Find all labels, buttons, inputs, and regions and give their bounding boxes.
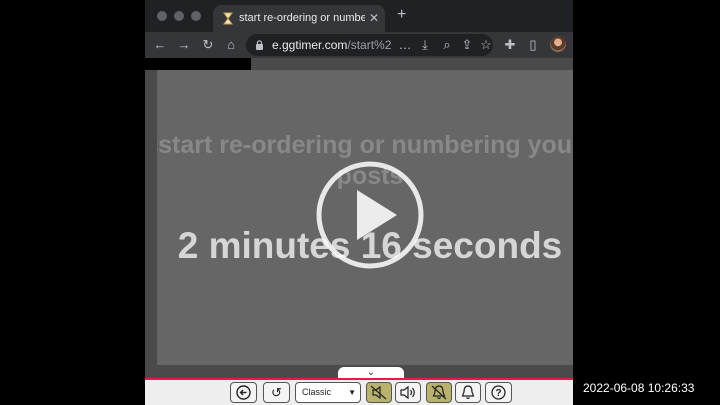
help-glyph: ? bbox=[495, 388, 501, 399]
timer-controls: ↺ Classic ▼ ? bbox=[145, 380, 573, 405]
lock-icon bbox=[256, 40, 263, 50]
collapse-controls-toggle[interactable]: ⌄ bbox=[338, 367, 404, 378]
tab-title: start re-ordering or numbering your post… bbox=[239, 12, 365, 24]
page-content: start re-ordering or numbering your post… bbox=[145, 58, 573, 378]
back-circle-button[interactable] bbox=[230, 382, 257, 403]
close-window-dot[interactable] bbox=[157, 11, 167, 21]
forward-arrow-icon[interactable]: → bbox=[176, 36, 192, 54]
help-circle-icon: ? bbox=[491, 385, 506, 400]
profile-avatar[interactable] bbox=[550, 36, 566, 52]
tab-close-icon[interactable]: ✕ bbox=[369, 11, 379, 25]
speaker-on-icon bbox=[400, 385, 415, 400]
egg-timer-favicon-icon bbox=[223, 12, 233, 25]
install-app-icon[interactable]: ⤓ bbox=[417, 36, 433, 54]
zoom-window-dot[interactable] bbox=[191, 11, 201, 21]
theme-select[interactable]: Classic ▼ bbox=[295, 382, 361, 403]
select-chevron-icon: ▼ bbox=[348, 388, 356, 397]
bell-icon bbox=[461, 385, 475, 400]
play-icon[interactable] bbox=[315, 160, 425, 270]
timer-panel: start re-ordering or numbering your post… bbox=[157, 70, 573, 365]
extensions-puzzle-icon[interactable]: ✚ bbox=[502, 36, 518, 54]
new-tab-button[interactable]: + bbox=[397, 7, 406, 23]
url-text: e.ggtimer.com/start%20re-ordering bbox=[272, 38, 392, 52]
help-button[interactable]: ? bbox=[485, 382, 512, 403]
alarm-off-button[interactable] bbox=[426, 382, 452, 403]
unmute-button[interactable] bbox=[395, 382, 421, 403]
speaker-muted-icon bbox=[370, 385, 387, 400]
url-ellipsis: … bbox=[398, 37, 412, 52]
url-domain: e.ggtimer.com bbox=[272, 38, 348, 52]
back-circle-icon bbox=[236, 385, 251, 400]
reload-icon[interactable]: ↻ bbox=[200, 36, 216, 54]
recording-timestamp: 2022-06-08 10:26:33 bbox=[583, 381, 695, 395]
zoom-icon[interactable]: ⌕ bbox=[439, 36, 455, 54]
home-icon[interactable]: ⌂ bbox=[223, 36, 239, 54]
browser-window: start re-ordering or numbering your post… bbox=[145, 0, 573, 405]
bookmark-star-icon[interactable]: ☆ bbox=[478, 36, 494, 54]
active-tab[interactable]: start re-ordering or numbering your post… bbox=[213, 5, 385, 32]
side-panel-icon[interactable]: ▯ bbox=[525, 36, 541, 54]
dark-strip bbox=[145, 58, 251, 70]
browser-toolbar: ← → ↻ ⌂ e.ggtimer.com/start%20re-orderin… bbox=[145, 32, 573, 58]
theme-select-value: Classic bbox=[302, 387, 332, 397]
mute-button[interactable] bbox=[366, 382, 392, 403]
share-icon[interactable]: ⇪ bbox=[459, 36, 475, 54]
url-path: /start%20re-ordering bbox=[347, 38, 392, 52]
minimize-window-dot[interactable] bbox=[174, 11, 184, 21]
restart-button[interactable]: ↺ bbox=[263, 382, 290, 403]
tab-bar: start re-ordering or numbering your post… bbox=[145, 0, 573, 32]
address-bar[interactable]: e.ggtimer.com/start%20re-ordering … ⤓ ⌕ … bbox=[246, 34, 493, 56]
bell-off-icon bbox=[431, 385, 447, 400]
back-arrow-icon[interactable]: ← bbox=[152, 36, 168, 54]
alarm-on-button[interactable] bbox=[455, 382, 481, 403]
